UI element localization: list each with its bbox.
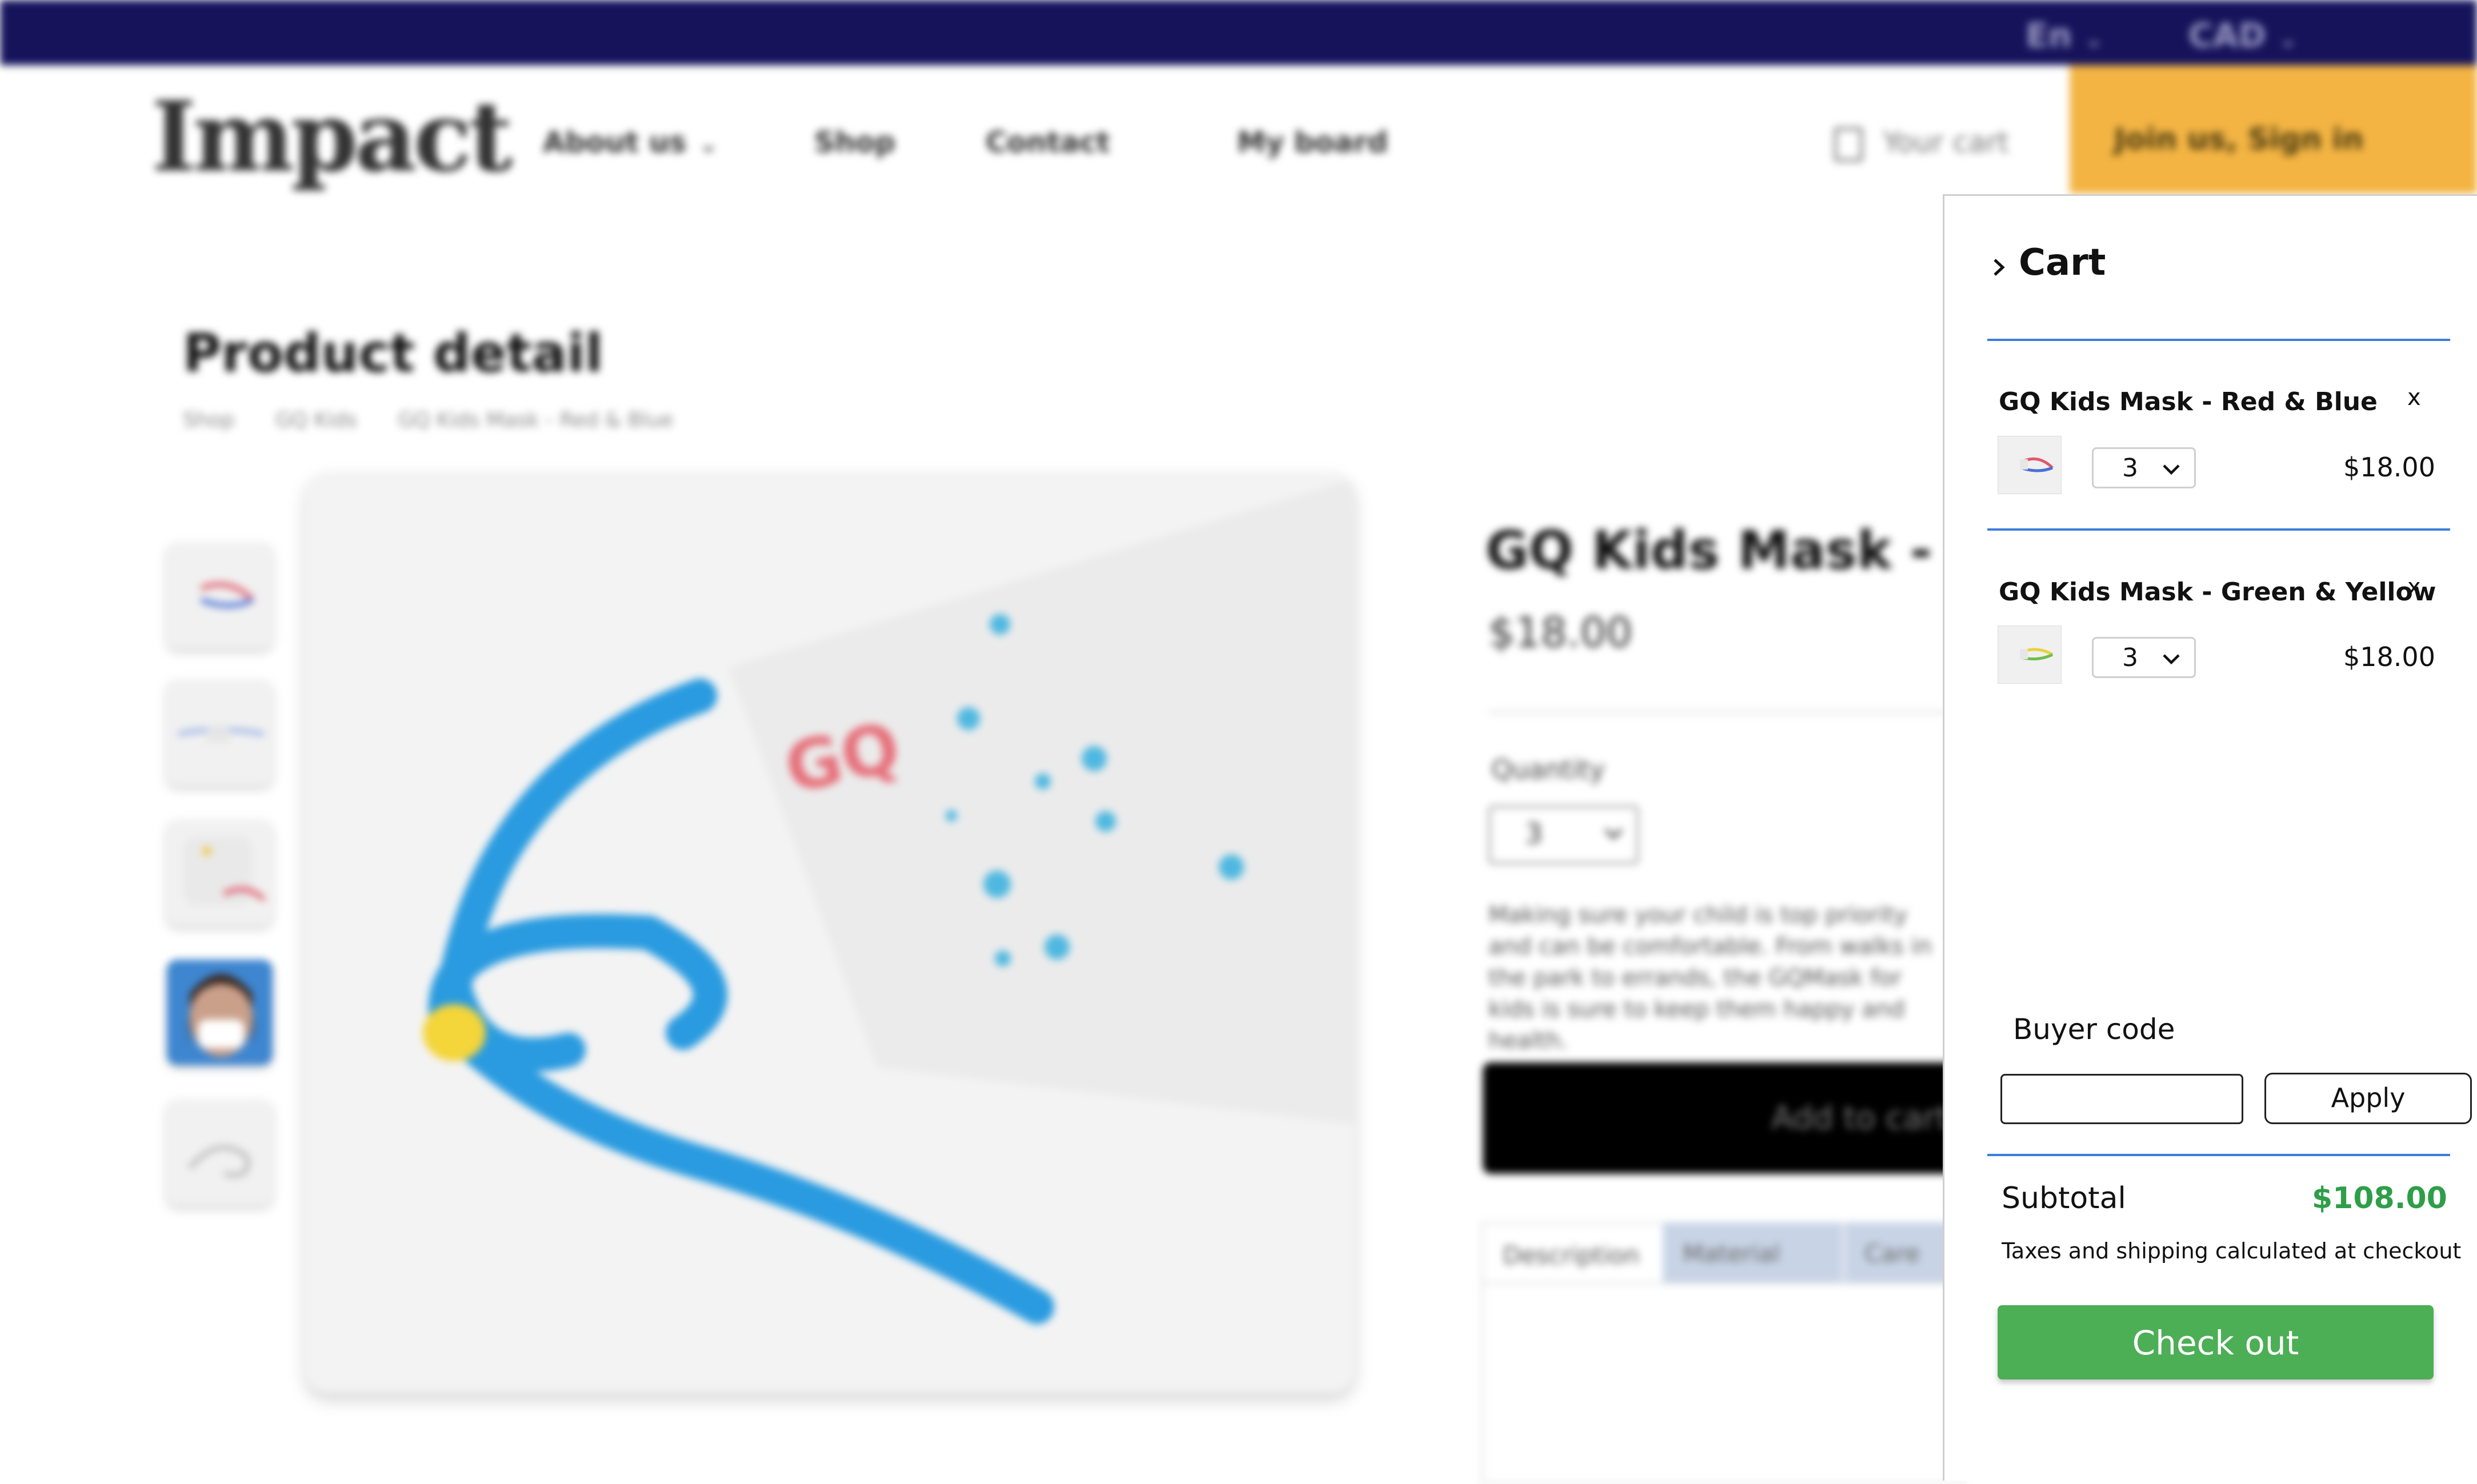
join-label: Join us, Sign in [2114, 122, 2364, 157]
apply-button[interactable]: Apply [2264, 1073, 2472, 1124]
cart-item-price: $18.00 [2343, 641, 2435, 672]
chevron-down-icon [1604, 828, 1623, 840]
add-to-cart-label: Add to cart [1771, 1100, 1949, 1137]
top-utility-bar [0, 0, 2477, 65]
product-main-image: GQ [306, 473, 1354, 1393]
model-thumbnail-image [188, 974, 254, 1057]
tab-care[interactable]: Care [1844, 1222, 1959, 1282]
apply-label: Apply [2331, 1082, 2406, 1113]
nav-label: About us [543, 126, 687, 159]
mask-thumbnail-image [2020, 648, 2054, 661]
divider [1488, 711, 1946, 713]
checkout-label: Check out [2132, 1323, 2299, 1362]
tab-content [1481, 1282, 1964, 1484]
nav-shop[interactable]: Shop [814, 126, 895, 159]
cart-title: Cart [2019, 242, 2106, 284]
divider [1987, 528, 2450, 531]
chevron-down-icon [2163, 654, 2180, 665]
nav-my-board[interactable]: My board [1237, 126, 1388, 159]
product-price: $18.00 [1488, 608, 1632, 656]
chevron-down-icon [2163, 464, 2180, 475]
cart-item-thumbnail [1998, 436, 2062, 494]
chevron-right-icon[interactable] [1984, 253, 2013, 282]
cart-item-quantity-select[interactable]: 3 [2092, 447, 2196, 488]
product-thumbnail[interactable] [167, 820, 273, 925]
nav-contact[interactable]: Contact [986, 126, 1110, 159]
product-thumbnail[interactable] [167, 680, 273, 785]
tab-label: Description [1503, 1241, 1640, 1269]
mask-thumbnail-image [178, 727, 265, 743]
breadcrumb-item[interactable]: GQ Kids [275, 408, 357, 432]
product-description: Making sure your child is top priority a… [1488, 902, 1932, 1054]
chevron-down-icon: ⌄ [2278, 26, 2298, 53]
cart-link-label: Your cart [1883, 126, 2009, 159]
remove-item-button[interactable]: x [2407, 574, 2421, 600]
buyer-code-input[interactable] [2000, 1074, 2243, 1124]
site-logo[interactable]: Impact [151, 80, 513, 193]
quantity-value: 3 [2122, 454, 2138, 483]
breadcrumb: Shop GQ Kids GQ Kids Mask - Red & Blue [183, 408, 707, 432]
quantity-label: Quantity [1491, 754, 1605, 785]
cart-item-name: GQ Kids Mask - Green & Yellow [1999, 577, 2436, 607]
cart-item-price: $18.00 [2343, 452, 2435, 483]
tab-description[interactable]: Description [1481, 1222, 1664, 1284]
cart-item-quantity-select[interactable]: 3 [2092, 637, 2196, 678]
quantity-value: 3 [1525, 818, 1543, 850]
language-selector[interactable]: En ⌄ [2026, 16, 2103, 55]
breadcrumb-item: GQ Kids Mask - Red & Blue [398, 408, 674, 432]
nav-about-us[interactable]: About us ⌄ [543, 126, 718, 159]
mask-thumbnail-image [2020, 457, 2054, 472]
subtotal-value: $108.00 [2312, 1181, 2447, 1216]
mask-thumbnail-image [200, 582, 254, 608]
currency-selector[interactable]: CAD ⌄ [2188, 16, 2298, 55]
cart-drawer: Cart GQ Kids Mask - Red & Blue x 3 $18.0… [1943, 194, 2477, 1481]
currency-value: CAD [2188, 16, 2266, 55]
quantity-value: 3 [2122, 643, 2138, 672]
buyer-code-label: Buyer code [2013, 1013, 2175, 1046]
language-value: En [2026, 16, 2072, 55]
add-to-cart-button[interactable]: Add to cart [1483, 1062, 1968, 1174]
subtotal-label: Subtotal [2002, 1181, 2126, 1216]
product-thumbnail[interactable] [167, 1100, 273, 1205]
product-thumbnail-active[interactable] [167, 960, 273, 1065]
mask-thumbnail-image [184, 837, 266, 905]
shopping-bag-icon [1834, 127, 1863, 162]
chevron-down-icon: ⌄ [2084, 26, 2104, 53]
tab-material[interactable]: Material [1663, 1222, 1843, 1282]
checkout-button[interactable]: Check out [1998, 1305, 2434, 1379]
chevron-down-icon: ⌄ [699, 131, 718, 158]
divider [1987, 1154, 2450, 1156]
tax-note: Taxes and shipping calculated at checkou… [2002, 1238, 2462, 1264]
tab-label: Material [1683, 1240, 1780, 1268]
breadcrumb-item[interactable]: Shop [183, 408, 235, 432]
join-signin-button[interactable]: Join us, Sign in [2070, 65, 2477, 194]
mask-product-photo: GQ [306, 473, 1354, 1393]
tab-label: Care [1864, 1240, 1920, 1268]
cart-link[interactable]: Your cart [1834, 126, 2009, 162]
divider [1987, 339, 2450, 341]
product-thumbnail[interactable] [167, 543, 273, 648]
cart-item-name: GQ Kids Mask - Red & Blue [1999, 387, 2378, 416]
product-quantity-select[interactable]: 3 [1488, 805, 1639, 864]
page-title: Product detail [183, 323, 603, 384]
cart-item-thumbnail [1998, 625, 2062, 684]
remove-item-button[interactable]: x [2407, 384, 2421, 411]
mask-thumbnail-image [187, 1145, 250, 1177]
